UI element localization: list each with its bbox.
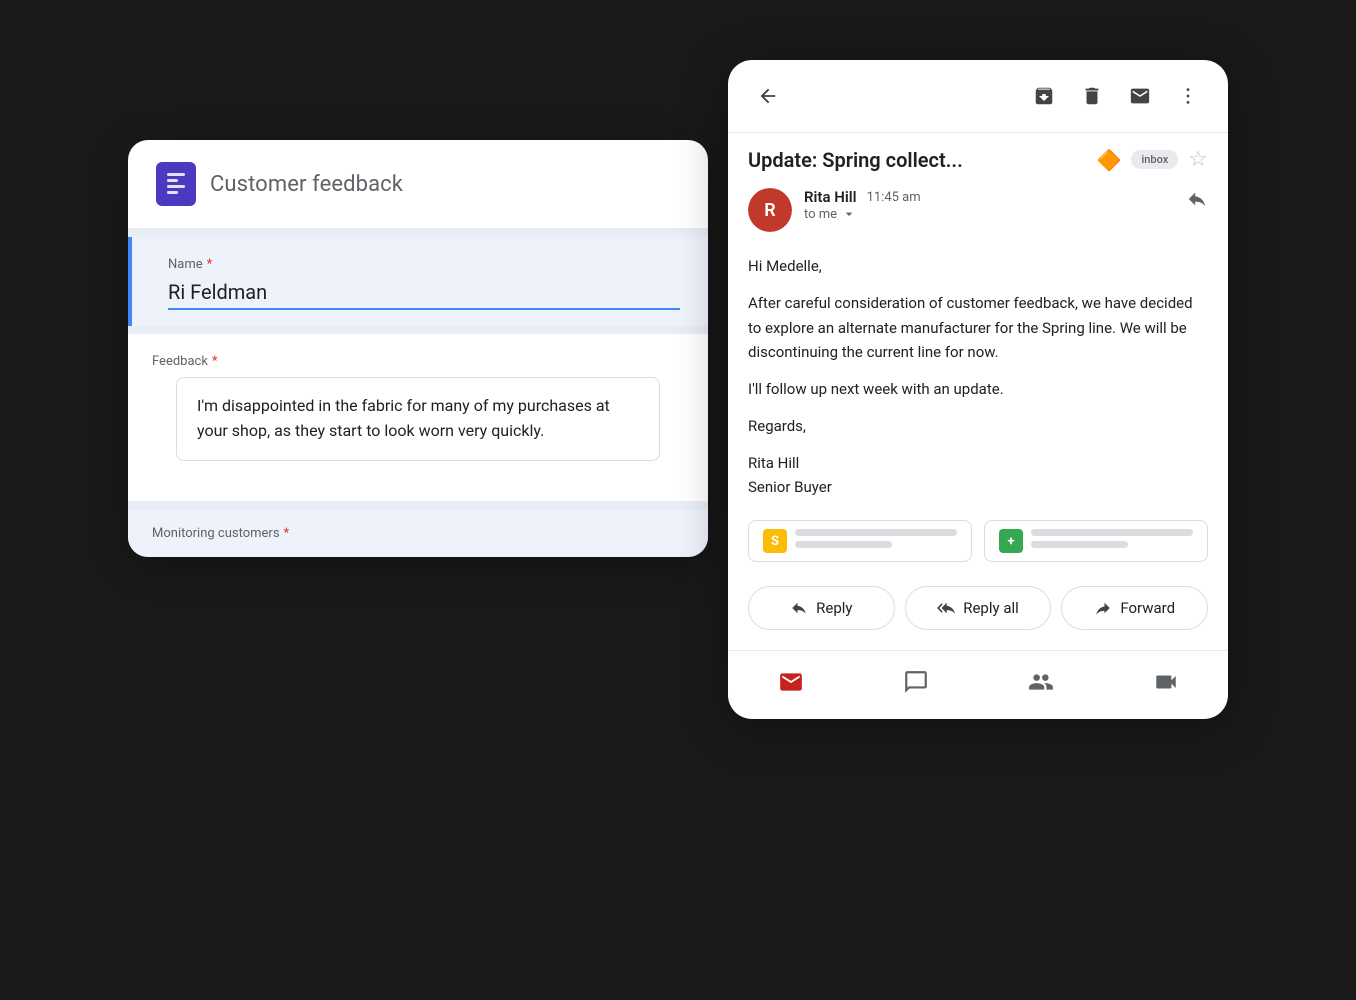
forms-feedback-text: I'm disappointed in the fabric for many … — [197, 394, 639, 444]
forms-header: Customer feedback — [128, 140, 708, 229]
reply-all-button[interactable]: Reply all — [905, 586, 1052, 630]
forms-divider-mid — [128, 326, 708, 334]
gmail-sender-row: R Rita Hill 11:45 am to me — [728, 178, 1228, 246]
mark-unread-button[interactable] — [1120, 76, 1160, 116]
forms-icon — [156, 162, 196, 206]
forms-title: Customer feedback — [210, 172, 403, 197]
gmail-toolbar — [728, 60, 1228, 133]
sender-info: Rita Hill 11:45 am to me — [804, 188, 1174, 222]
star-button[interactable]: ☆ — [1188, 147, 1208, 172]
gmail-body: Hi Medelle, After careful consideration … — [728, 246, 1228, 512]
forms-card: Customer feedback Name * Ri Feldman Feed… — [128, 140, 708, 557]
gmail-attachments: S + — [728, 512, 1228, 578]
avatar-initials: R — [748, 188, 792, 232]
video-nav-icon — [1153, 669, 1179, 695]
gmail-subject: Update: Spring collect... — [748, 148, 1087, 172]
sender-name: Rita Hill — [804, 188, 857, 206]
toolbar-right — [1024, 76, 1208, 116]
forms-name-label: Name * — [168, 257, 680, 272]
archive-button[interactable] — [1024, 76, 1064, 116]
gmail-subject-row: Update: Spring collect... 🔶 inbox ☆ — [728, 133, 1228, 178]
sender-avatar: R — [748, 188, 792, 232]
inbox-badge[interactable]: inbox — [1131, 150, 1178, 169]
gmail-card: Update: Spring collect... 🔶 inbox ☆ R Ri… — [728, 60, 1228, 719]
forms-feedback-input[interactable]: I'm disappointed in the fabric for many … — [176, 377, 660, 461]
attachment-2-icon: + — [999, 529, 1023, 553]
mail-nav-icon — [778, 669, 804, 695]
toolbar-left — [748, 76, 788, 116]
body-paragraph2: I'll follow up next week with an update. — [748, 377, 1208, 402]
field-accent — [128, 237, 132, 326]
forms-divider-top — [128, 229, 708, 237]
forms-next-field: Monitoring customers * — [128, 509, 708, 557]
sender-name-row: Rita Hill 11:45 am — [804, 188, 1174, 206]
greeting: Hi Medelle, — [748, 254, 1208, 279]
gmail-actions: Reply Reply all Forward — [728, 578, 1228, 650]
required-star-next: * — [284, 526, 290, 541]
forms-divider-bottom — [128, 501, 708, 509]
forms-feedback-wrapper: Feedback * I'm disappointed in the fabri… — [128, 334, 708, 485]
forward-button[interactable]: Forward — [1061, 586, 1208, 630]
forms-feedback-label: Feedback * — [152, 354, 684, 369]
sender-time: 11:45 am — [867, 190, 921, 205]
attachment-2[interactable]: + — [984, 520, 1208, 562]
nav-chat[interactable] — [883, 663, 949, 701]
signature: Rita Hill Senior Buyer — [748, 451, 1208, 501]
required-star-name: * — [207, 257, 213, 272]
required-star-feedback: * — [212, 354, 218, 369]
gmail-bottom-nav — [728, 650, 1228, 719]
attachment-1-icon: S — [763, 529, 787, 553]
chat-nav-icon — [903, 669, 929, 695]
closing: Regards, — [748, 414, 1208, 439]
subject-emoji: 🔶 — [1097, 148, 1122, 172]
attachment-1[interactable]: S — [748, 520, 972, 562]
nav-mail[interactable] — [758, 663, 824, 701]
nav-video[interactable] — [1133, 663, 1199, 701]
attachment-1-info — [795, 529, 957, 553]
quick-reply-button[interactable] — [1186, 188, 1208, 210]
forms-name-input[interactable]: Ri Feldman — [168, 280, 680, 310]
delete-button[interactable] — [1072, 76, 1112, 116]
more-button[interactable] — [1168, 76, 1208, 116]
meet-nav-icon — [1028, 669, 1054, 695]
reply-button[interactable]: Reply — [748, 586, 895, 630]
nav-meet[interactable] — [1008, 663, 1074, 701]
back-button[interactable] — [748, 76, 788, 116]
body-paragraph1: After careful consideration of customer … — [748, 291, 1208, 365]
forms-next-label: Monitoring customers * — [152, 526, 684, 541]
forms-name-field-wrapper: Name * Ri Feldman — [128, 237, 708, 326]
sender-to[interactable]: to me — [804, 206, 1174, 222]
attachment-2-info — [1031, 529, 1193, 553]
